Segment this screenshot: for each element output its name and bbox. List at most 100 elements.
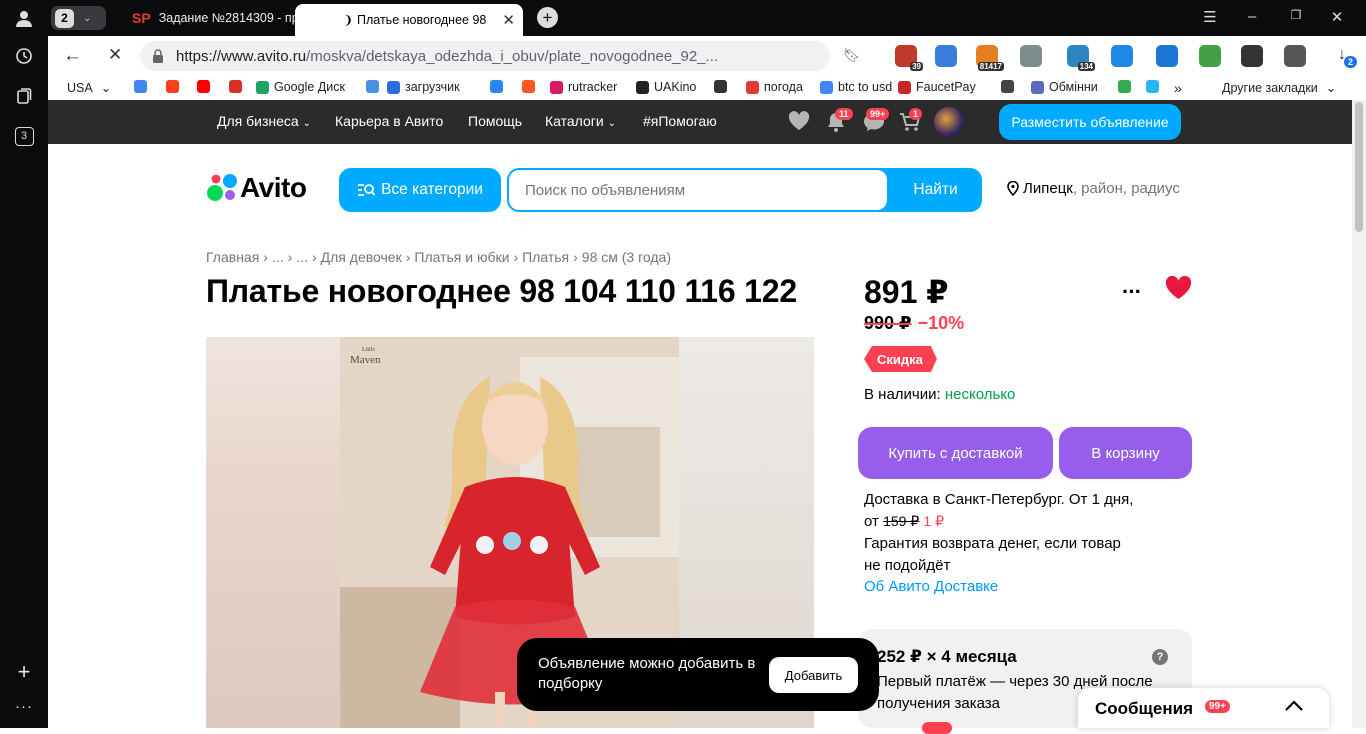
tab-active[interactable]: ❩ Платье новогоднее 98 ✕ bbox=[295, 4, 523, 36]
minimize-icon[interactable]: – bbox=[1242, 8, 1262, 25]
extension-icon[interactable] bbox=[1199, 45, 1221, 67]
delivery-price-line: от 159 ₽ 1 ₽ bbox=[864, 513, 944, 530]
breadcrumb-item[interactable]: Для девочек bbox=[321, 249, 402, 265]
extension-icon[interactable] bbox=[935, 45, 957, 67]
tab-label: Задание №2814309 - прос bbox=[158, 11, 312, 25]
bookmark-item[interactable]: Google Диск bbox=[256, 80, 345, 94]
location-selector[interactable]: Липецк, район, радиус bbox=[1007, 180, 1180, 197]
new-tab-button[interactable]: + bbox=[537, 7, 558, 28]
page-scrollbar[interactable] bbox=[1352, 100, 1366, 728]
bookmark-favicon-icon bbox=[746, 80, 759, 94]
bookmark-item[interactable]: rutracker bbox=[550, 80, 617, 94]
more-icon[interactable]: ··· bbox=[12, 694, 36, 718]
favorite-heart-icon[interactable] bbox=[1165, 276, 1192, 300]
restore-icon[interactable]: ❐ bbox=[1286, 8, 1306, 22]
bookmark-item[interactable]: FaucetPay bbox=[898, 80, 976, 94]
bookmark-item[interactable] bbox=[1118, 80, 1136, 93]
nav-help[interactable]: Помощь bbox=[468, 113, 522, 129]
more-options-icon[interactable]: ··· bbox=[1122, 279, 1142, 305]
bookmark-item[interactable]: погода bbox=[746, 80, 803, 94]
avito-logo[interactable]: Avito bbox=[206, 172, 307, 203]
stop-icon[interactable]: ✕ bbox=[108, 45, 122, 65]
close-icon[interactable]: ✕ bbox=[502, 11, 515, 29]
nav-ihelp[interactable]: #яПомогаю bbox=[643, 113, 717, 129]
breadcrumb-item[interactable]: Платья bbox=[522, 249, 569, 265]
extension-icon[interactable] bbox=[1241, 45, 1263, 67]
bookmark-item[interactable] bbox=[229, 80, 247, 93]
bookmark-icon[interactable]: 🔖︎ bbox=[843, 47, 861, 64]
bookmark-favicon-icon bbox=[256, 80, 269, 94]
help-icon[interactable]: ? bbox=[1152, 649, 1168, 665]
extension-icon[interactable]: 39 bbox=[895, 45, 923, 71]
nav-catalogs[interactable]: Каталоги ⌄ bbox=[545, 113, 616, 129]
bookmark-item[interactable] bbox=[1001, 80, 1019, 93]
collections-icon[interactable] bbox=[12, 84, 36, 108]
extension-badge: 39 bbox=[910, 62, 923, 71]
bookmark-item[interactable] bbox=[1146, 80, 1164, 93]
extension-icon[interactable] bbox=[1111, 45, 1133, 67]
profile-icon[interactable] bbox=[12, 6, 36, 30]
bookmark-item[interactable]: загрузчик bbox=[387, 80, 460, 94]
bookmark-item[interactable]: USA ⌄ bbox=[67, 80, 111, 96]
other-bookmarks[interactable]: Другие закладки ⌄ bbox=[1222, 80, 1337, 96]
tab-task[interactable]: SP Задание №2814309 - прос bbox=[128, 3, 323, 33]
url-field[interactable]: https://www.avito.ru/moskva/detskaya_ode… bbox=[140, 41, 830, 71]
more-bookmarks-icon[interactable]: » bbox=[1174, 80, 1182, 96]
find-button[interactable]: Найти bbox=[889, 168, 982, 212]
page-title: Платье новогоднее 98 104 110 116 122 bbox=[206, 273, 797, 309]
bookmark-label: Обмінни bbox=[1049, 80, 1098, 94]
menu-icon[interactable]: ☰ bbox=[1200, 8, 1220, 26]
bookmark-item[interactable]: btc to usd bbox=[820, 80, 892, 94]
installment-marker bbox=[922, 722, 952, 734]
bookmark-favicon-icon bbox=[366, 80, 379, 93]
extension-icon[interactable] bbox=[1020, 45, 1042, 67]
tab-group-button[interactable]: 2 ⌄ bbox=[51, 6, 106, 30]
chevron-down-icon: ⌄ bbox=[1325, 81, 1337, 95]
all-categories-button[interactable]: Все категории bbox=[339, 168, 501, 212]
nav-business[interactable]: Для бизнеса ⌄ bbox=[217, 113, 311, 129]
tab-count-icon[interactable]: 3 bbox=[12, 124, 36, 148]
notifications-badge: 11 bbox=[835, 108, 853, 120]
close-window-icon[interactable]: ✕ bbox=[1327, 8, 1347, 26]
history-icon[interactable] bbox=[12, 44, 36, 68]
breadcrumb-item[interactable]: ... bbox=[296, 249, 308, 265]
extension-icon[interactable] bbox=[1284, 45, 1306, 67]
bookmark-item[interactable]: UAKino bbox=[636, 80, 696, 94]
breadcrumb-item[interactable]: Главная bbox=[206, 249, 259, 265]
breadcrumb-item[interactable]: Платья и юбки bbox=[414, 249, 509, 265]
nav-career[interactable]: Карьера в Авито bbox=[335, 113, 443, 129]
breadcrumb-item[interactable]: ... bbox=[272, 249, 284, 265]
bookmark-item[interactable] bbox=[490, 80, 508, 93]
buy-with-delivery-button[interactable]: Купить с доставкой bbox=[858, 427, 1053, 479]
bookmark-label: погода bbox=[764, 80, 803, 94]
bookmark-item[interactable]: Обмінни bbox=[1031, 80, 1098, 94]
bookmark-item[interactable] bbox=[197, 80, 215, 93]
extension-icon[interactable]: 81417 bbox=[976, 45, 1004, 71]
nav-label: Каталоги bbox=[545, 113, 604, 129]
old-price: 990 ₽ bbox=[864, 313, 912, 333]
bookmark-item[interactable] bbox=[714, 80, 732, 93]
extension-icon[interactable] bbox=[1156, 45, 1178, 67]
add-panel-icon[interactable]: + bbox=[12, 659, 36, 684]
chevron-up-icon[interactable] bbox=[1284, 700, 1304, 712]
scroll-thumb[interactable] bbox=[1355, 102, 1363, 232]
bookmark-favicon-icon bbox=[1001, 80, 1014, 93]
delivery-info-link[interactable]: Об Авито Доставке bbox=[864, 578, 998, 595]
tab-label: Платье новогоднее 98 bbox=[357, 13, 487, 27]
back-icon[interactable]: ← bbox=[63, 45, 82, 67]
avatar[interactable] bbox=[934, 107, 964, 137]
search-input[interactable] bbox=[509, 170, 887, 210]
bookmark-item[interactable] bbox=[134, 80, 152, 93]
extension-icon[interactable]: 134 bbox=[1067, 45, 1095, 71]
post-ad-button[interactable]: Разместить объявление bbox=[999, 104, 1181, 140]
toast-add-button[interactable]: Добавить bbox=[769, 657, 858, 693]
bookmark-item[interactable] bbox=[522, 80, 540, 93]
nav-label: Для бизнеса bbox=[217, 113, 299, 129]
delivery-old-price: 159 ₽ bbox=[883, 513, 920, 529]
add-to-cart-button[interactable]: В корзину bbox=[1059, 427, 1192, 479]
bookmark-item[interactable] bbox=[366, 80, 384, 93]
bookmark-item[interactable] bbox=[166, 80, 184, 93]
favorites-icon[interactable] bbox=[788, 111, 810, 131]
image-brand: Maven bbox=[350, 354, 381, 366]
messages-panel[interactable]: Сообщения 99+ bbox=[1078, 688, 1329, 728]
